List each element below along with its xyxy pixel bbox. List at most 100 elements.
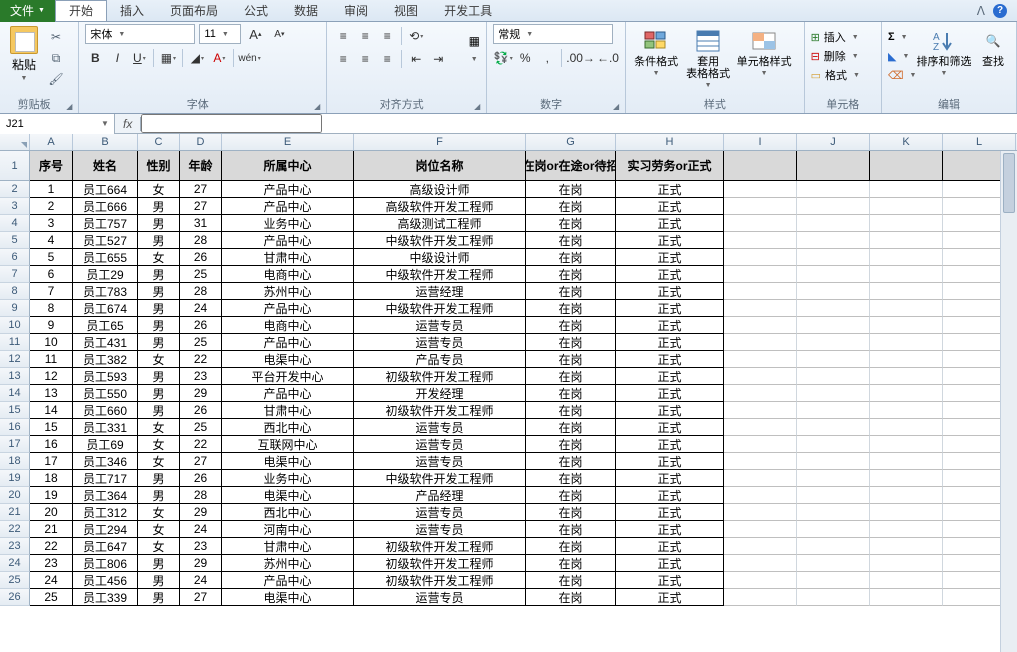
cell[interactable]: 运营专员 (354, 317, 526, 334)
cell[interactable]: 女 (138, 436, 180, 453)
cell[interactable]: 在岗 (526, 249, 616, 266)
fill-color-button[interactable]: ◢ (187, 48, 207, 68)
cell[interactable]: 姓名 (73, 151, 138, 181)
column-header-I[interactable]: I (724, 134, 797, 150)
tab-页面布局[interactable]: 页面布局 (157, 1, 231, 21)
cell[interactable] (870, 419, 943, 436)
cell[interactable]: 男 (138, 487, 180, 504)
cell[interactable]: 产品中心 (222, 385, 354, 402)
format-painter-button[interactable]: 🖌 (46, 70, 66, 88)
cell[interactable]: 正式 (616, 351, 724, 368)
cell[interactable] (724, 317, 797, 334)
cell[interactable] (797, 198, 870, 215)
cell[interactable]: 正式 (616, 181, 724, 198)
column-header-C[interactable]: C (138, 134, 180, 150)
cell[interactable]: 正式 (616, 504, 724, 521)
cell[interactable]: 6 (30, 266, 73, 283)
row-header[interactable]: 19 (0, 470, 30, 487)
cell[interactable] (724, 436, 797, 453)
cell[interactable]: 26 (180, 317, 222, 334)
cell[interactable]: 电渠中心 (222, 487, 354, 504)
cell[interactable] (797, 317, 870, 334)
cell[interactable]: 正式 (616, 589, 724, 606)
row-header[interactable]: 8 (0, 283, 30, 300)
fx-button[interactable]: fx (115, 117, 141, 131)
help-icon[interactable]: ? (993, 4, 1007, 18)
row-header[interactable]: 22 (0, 521, 30, 538)
cell[interactable]: 员工331 (73, 419, 138, 436)
cell[interactable] (724, 232, 797, 249)
sort-filter-button[interactable]: AZ 排序和筛选▼ (916, 26, 972, 77)
cell[interactable]: 员工364 (73, 487, 138, 504)
column-header-H[interactable]: H (616, 134, 724, 150)
cell[interactable]: 互联网中心 (222, 436, 354, 453)
cell[interactable] (797, 436, 870, 453)
cell[interactable]: 男 (138, 572, 180, 589)
row-header[interactable]: 13 (0, 368, 30, 385)
cell[interactable]: 员工664 (73, 181, 138, 198)
cell[interactable]: 男 (138, 385, 180, 402)
cell[interactable]: 正式 (616, 249, 724, 266)
name-box-dropdown[interactable]: ▼ (96, 119, 114, 128)
cell[interactable]: 电渠中心 (222, 589, 354, 606)
cell[interactable]: 女 (138, 504, 180, 521)
clear-button[interactable]: ⌫▼ (888, 66, 912, 84)
cell[interactable] (870, 538, 943, 555)
cell[interactable]: 23 (180, 538, 222, 555)
tab-开发工具[interactable]: 开发工具 (431, 1, 505, 21)
cell[interactable]: 在岗 (526, 487, 616, 504)
cell[interactable] (870, 266, 943, 283)
cell[interactable] (797, 555, 870, 572)
cell[interactable] (797, 419, 870, 436)
cell[interactable]: 20 (30, 504, 73, 521)
cell[interactable] (797, 215, 870, 232)
cell[interactable]: 女 (138, 453, 180, 470)
cell[interactable]: 高级设计师 (354, 181, 526, 198)
align-right-button[interactable]: ≡ (377, 49, 397, 69)
cell[interactable]: 员工666 (73, 198, 138, 215)
cell[interactable]: 正式 (616, 317, 724, 334)
cell[interactable]: 中级设计师 (354, 249, 526, 266)
cell[interactable]: 运营专员 (354, 504, 526, 521)
increase-font-button[interactable]: A▴ (245, 24, 265, 44)
cell[interactable] (797, 334, 870, 351)
cell[interactable]: 中级软件开发工程师 (354, 470, 526, 487)
cell[interactable]: 在岗 (526, 215, 616, 232)
format-cells-button[interactable]: ▭格式▼ (811, 66, 860, 84)
cell[interactable]: 男 (138, 555, 180, 572)
cell[interactable]: 产品专员 (354, 351, 526, 368)
tab-插入[interactable]: 插入 (107, 1, 157, 21)
cell[interactable] (870, 181, 943, 198)
cell[interactable]: 女 (138, 521, 180, 538)
cell[interactable]: 19 (30, 487, 73, 504)
cell[interactable] (797, 572, 870, 589)
row-header[interactable]: 14 (0, 385, 30, 402)
cell[interactable]: 甘肃中心 (222, 402, 354, 419)
row-header[interactable]: 25 (0, 572, 30, 589)
cell[interactable] (797, 385, 870, 402)
cell[interactable]: 在岗 (526, 368, 616, 385)
cell[interactable]: 产品中心 (222, 181, 354, 198)
cell[interactable]: 26 (180, 470, 222, 487)
cell[interactable]: 男 (138, 402, 180, 419)
cell[interactable]: 在岗 (526, 419, 616, 436)
cell[interactable] (797, 151, 870, 181)
cell[interactable] (870, 436, 943, 453)
cell[interactable] (724, 555, 797, 572)
table-format-button[interactable]: 套用 表格格式▼ (684, 26, 732, 89)
cell[interactable] (724, 521, 797, 538)
cell[interactable]: 中级软件开发工程师 (354, 266, 526, 283)
cell[interactable]: 苏州中心 (222, 555, 354, 572)
row-header[interactable]: 20 (0, 487, 30, 504)
cell[interactable]: 员工593 (73, 368, 138, 385)
cell[interactable] (724, 215, 797, 232)
tab-开始[interactable]: 开始 (55, 0, 107, 21)
cell[interactable]: 初级软件开发工程师 (354, 538, 526, 555)
cell[interactable]: 27 (180, 453, 222, 470)
cell[interactable]: 高级软件开发工程师 (354, 198, 526, 215)
tab-审阅[interactable]: 审阅 (331, 1, 381, 21)
name-box[interactable]: J21 (0, 114, 96, 134)
row-header[interactable]: 24 (0, 555, 30, 572)
cell[interactable]: 在岗 (526, 453, 616, 470)
cell[interactable]: 员工294 (73, 521, 138, 538)
